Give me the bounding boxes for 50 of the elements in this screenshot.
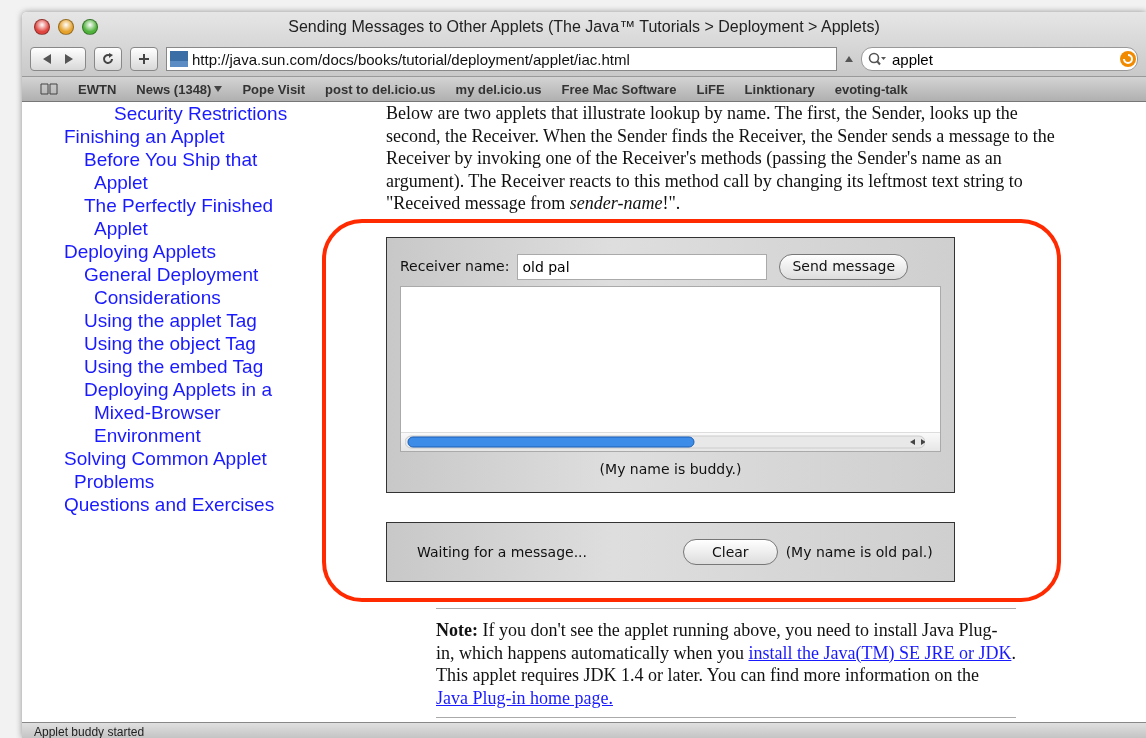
note-paragraph: Note: If you don't see the applet running above, you need to install Java Plug-in, which happens automatically when you install the Java(TM) SE JRE or JDK. This applet requires JDK 1.4 or later. You can find more information on the Java Plug-in home page.	[436, 619, 1016, 709]
window-title: Sending Messages to Other Applets (The Java™ Tutorials > Deployment > Applets)	[287, 18, 881, 36]
search-field[interactable]: applet	[861, 47, 1138, 71]
reload-button[interactable]	[94, 47, 122, 71]
status-bar: Applet buddy started	[22, 722, 1146, 738]
bookmark-link[interactable]: my del.icio.us	[455, 81, 542, 97]
clear-button[interactable]: Clear	[683, 539, 778, 565]
minimize-button[interactable]	[58, 19, 74, 35]
bookmark-link[interactable]: evoting-talk	[834, 81, 908, 97]
search-icon	[868, 52, 886, 66]
book-icon[interactable]	[40, 83, 58, 95]
caret-icon[interactable]	[845, 55, 853, 63]
sidebar-link[interactable]: Before You Ship that Applet	[64, 148, 308, 194]
horizontal-scrollbar[interactable]	[401, 431, 940, 451]
bookmark-link[interactable]: Free Mac Software	[561, 81, 677, 97]
status-text: Waiting for a message...	[417, 542, 588, 562]
sidebar-link[interactable]: Solving Common Applet Problems	[64, 447, 308, 493]
sidebar-link[interactable]: The Perfectly Finished Applet	[64, 194, 308, 240]
sidebar-link[interactable]: Deploying Applets	[64, 240, 308, 263]
intro-paragraph: Below are two applets that illustrate lookup by name. The first, the Sender, looks up the second, the Receiver. When the Sender finds the Receiver, the Sender sends a message to the Receiver by invoking one of the Receiver's methods (passing the Sender's name as an argument). The Receiver reacts to this method call by changing its leftmost text string to "Received message from sender-name!".	[386, 102, 1056, 215]
note-link[interactable]: Java Plug-in home page.	[436, 687, 613, 708]
sidebar-link[interactable]: Deploying Applets in a Mixed-Browser Environment	[64, 378, 308, 447]
sidebar-link[interactable]: Using the applet Tag	[64, 309, 308, 332]
reload-icon	[102, 53, 114, 65]
zoom-button[interactable]	[82, 19, 98, 35]
plus-icon	[138, 53, 150, 65]
sidebar-link[interactable]: Finishing an Applet	[64, 125, 308, 148]
bookmark-link[interactable]: post to del.icio.us	[325, 81, 436, 97]
bookmark-link[interactable]: EWTN	[78, 81, 117, 97]
bookmark-link[interactable]: News (1348)	[136, 81, 223, 97]
sidebar-link[interactable]: Using the object Tag	[64, 332, 308, 355]
back-forward-arrows-icon	[43, 54, 73, 64]
note-link[interactable]: install the Java(TM) SE JRE or JDK	[748, 642, 1012, 663]
applet-caption: (My name is old pal.)	[785, 542, 933, 562]
back-forward-button[interactable]	[30, 47, 86, 71]
bookmark-link[interactable]: Pope Visit	[242, 81, 306, 97]
sidebar-link[interactable]: General Deployment Considerations	[64, 263, 308, 309]
add-bookmark-button[interactable]	[130, 47, 158, 71]
bookmark-link[interactable]: LiFE	[696, 81, 725, 97]
sidebar-link[interactable]: Using the embed Tag	[64, 355, 308, 378]
receiver-name-field[interactable]: old pal	[517, 253, 768, 280]
address-field[interactable]: http://java.sun.com/docs/books/tutorial/deployment/applet/iac.html	[166, 47, 837, 71]
site-icon	[170, 51, 188, 67]
close-button[interactable]	[34, 19, 50, 35]
applet-caption: (My name is buddy.)	[598, 459, 743, 479]
bookmark-link[interactable]: Linktionary	[744, 81, 815, 97]
sidebar-link[interactable]: Security Restrictions	[64, 102, 308, 125]
send-message-button[interactable]: Send message	[779, 253, 909, 280]
field-label: Receiver name:	[400, 257, 510, 277]
sidebar-link[interactable]: Questions and Exercises	[64, 493, 308, 516]
